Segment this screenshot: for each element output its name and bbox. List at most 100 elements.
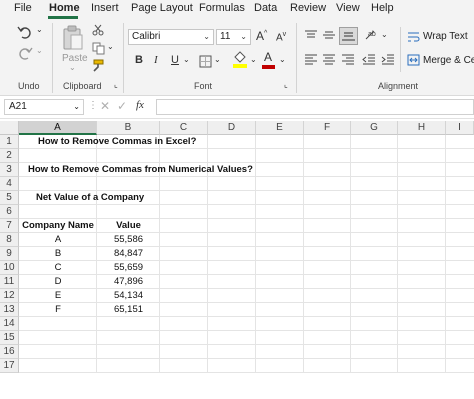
select-all-corner[interactable] — [0, 121, 19, 135]
copy-dropdown-icon[interactable]: ⌄ — [107, 42, 114, 51]
insert-function-icon[interactable]: fx — [136, 99, 144, 111]
bold-button[interactable]: B — [135, 54, 143, 66]
row-header-15[interactable]: 15 — [0, 331, 19, 345]
wrap-text-icon[interactable] — [407, 31, 420, 43]
company-name-cell[interactable]: D — [19, 275, 97, 289]
align-left-icon[interactable] — [304, 54, 318, 66]
redo-dropdown-icon[interactable]: ⌄ — [36, 46, 43, 55]
middle-align-icon[interactable] — [322, 30, 336, 42]
underline-button[interactable]: U — [171, 54, 179, 66]
subtitle-cell[interactable]: How to Remove Commas from Numerical Valu… — [28, 163, 253, 177]
copy-icon[interactable] — [92, 42, 106, 55]
row-header-6[interactable]: 6 — [0, 205, 19, 219]
formula-input[interactable] — [156, 99, 474, 115]
column-header-g[interactable]: G — [351, 121, 398, 135]
cancel-icon[interactable]: ✕ — [100, 99, 110, 113]
company-name-cell[interactable]: E — [19, 289, 97, 303]
tab-insert[interactable]: Insert — [91, 2, 119, 14]
section-title-cell[interactable]: Net Value of a Company — [36, 191, 144, 205]
tab-formulas[interactable]: Formulas — [199, 2, 245, 14]
row-header-10[interactable]: 10 — [0, 261, 19, 275]
row-header-17[interactable]: 17 — [0, 359, 19, 373]
font-size-select[interactable]: 11 ⌄ — [216, 29, 251, 45]
bottom-align-button[interactable] — [339, 27, 358, 45]
redo-icon[interactable] — [16, 45, 34, 61]
company-name-cell[interactable]: A — [19, 233, 97, 247]
decrease-indent-icon[interactable] — [362, 54, 376, 66]
merge-center-icon[interactable] — [407, 54, 420, 66]
orientation-icon[interactable]: ab — [363, 27, 379, 43]
undo-dropdown-icon[interactable]: ⌄ — [36, 25, 43, 34]
tab-review[interactable]: Review — [290, 2, 326, 14]
company-name-cell[interactable]: B — [19, 247, 97, 261]
wrap-text-button[interactable]: Wrap Text — [423, 31, 468, 42]
enter-icon[interactable]: ✓ — [117, 99, 127, 113]
orientation-dropdown-icon[interactable]: ⌄ — [381, 30, 388, 39]
more-options-icon[interactable]: ⋮ — [88, 100, 98, 111]
name-box[interactable]: A21 ⌄ — [4, 99, 84, 115]
borders-dropdown-icon[interactable]: ⌄ — [214, 55, 221, 64]
clipboard-launcher-icon[interactable]: ⌞ — [114, 80, 118, 89]
value-cell[interactable]: 55,586 — [97, 233, 160, 247]
undo-icon[interactable] — [16, 24, 34, 40]
table-header-company[interactable]: Company Name — [19, 219, 97, 233]
column-header-c[interactable]: C — [160, 121, 208, 135]
font-color-button[interactable]: A — [264, 50, 272, 64]
company-name-cell[interactable]: C — [19, 261, 97, 275]
column-header-b[interactable]: B — [97, 121, 160, 135]
cut-icon[interactable] — [92, 24, 104, 36]
fill-color-dropdown-icon[interactable]: ⌄ — [250, 55, 257, 64]
tab-help[interactable]: Help — [371, 2, 394, 14]
row-header-14[interactable]: 14 — [0, 317, 19, 331]
borders-icon[interactable] — [199, 55, 212, 68]
column-header-f[interactable]: F — [304, 121, 351, 135]
gridline — [19, 344, 474, 345]
row-header-9[interactable]: 9 — [0, 247, 19, 261]
shrink-font-button[interactable]: Av — [276, 31, 286, 43]
table-header-value[interactable]: Value — [97, 219, 160, 233]
column-header-a[interactable]: A — [19, 121, 97, 135]
row-header-7[interactable]: 7 — [0, 219, 19, 233]
tab-view[interactable]: View — [336, 2, 360, 14]
tab-data[interactable]: Data — [254, 2, 277, 14]
paste-dropdown-icon[interactable]: ⌄ — [69, 63, 76, 72]
row-header-4[interactable]: 4 — [0, 177, 19, 191]
row-header-12[interactable]: 12 — [0, 289, 19, 303]
column-header-e[interactable]: E — [256, 121, 304, 135]
column-header-i[interactable]: I — [446, 121, 474, 135]
row-header-8[interactable]: 8 — [0, 233, 19, 247]
row-header-13[interactable]: 13 — [0, 303, 19, 317]
row-header-16[interactable]: 16 — [0, 345, 19, 359]
column-header-h[interactable]: H — [398, 121, 446, 135]
column-header-d[interactable]: D — [208, 121, 256, 135]
title-cell[interactable]: How to Remove Commas in Excel? — [38, 135, 196, 149]
format-painter-icon[interactable] — [91, 59, 105, 72]
align-center-icon[interactable] — [322, 54, 336, 66]
font-name-select[interactable]: Calibri ⌄ — [128, 29, 214, 45]
value-cell[interactable]: 55,659 — [97, 261, 160, 275]
row-header-5[interactable]: 5 — [0, 191, 19, 205]
italic-button[interactable]: I — [154, 54, 158, 66]
font-launcher-icon[interactable]: ⌞ — [284, 80, 288, 89]
increase-indent-icon[interactable] — [381, 54, 395, 66]
row-header-2[interactable]: 2 — [0, 149, 19, 163]
tab-page-layout[interactable]: Page Layout — [131, 2, 193, 14]
company-name-cell[interactable]: F — [19, 303, 97, 317]
row-header-3[interactable]: 3 — [0, 163, 19, 177]
paste-icon[interactable] — [62, 25, 84, 51]
value-cell[interactable]: 65,151 — [97, 303, 160, 317]
top-align-icon[interactable] — [304, 30, 318, 42]
underline-dropdown-icon[interactable]: ⌄ — [183, 55, 190, 64]
value-cell[interactable]: 47,896 — [97, 275, 160, 289]
align-right-icon[interactable] — [341, 54, 355, 66]
value-cell[interactable]: 84,847 — [97, 247, 160, 261]
row-header-1[interactable]: 1 — [0, 135, 19, 149]
fill-color-icon[interactable] — [232, 51, 248, 69]
grow-font-button[interactable]: A^ — [256, 29, 267, 43]
font-color-dropdown-icon[interactable]: ⌄ — [279, 55, 286, 64]
value-cell[interactable]: 54,134 — [97, 289, 160, 303]
tab-home[interactable]: Home — [49, 2, 80, 14]
merge-center-button[interactable]: Merge & Cen — [423, 55, 474, 66]
row-header-11[interactable]: 11 — [0, 275, 19, 289]
tab-file[interactable]: File — [14, 2, 32, 14]
